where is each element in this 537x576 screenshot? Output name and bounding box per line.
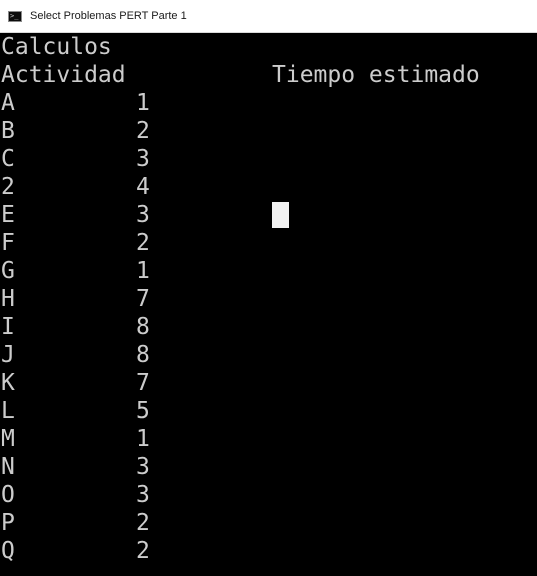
activity-time: 8 — [136, 342, 150, 368]
activity-name: O — [1, 482, 15, 508]
activity-name: F — [1, 230, 15, 256]
activity-time: 3 — [136, 454, 150, 480]
activity-time: 2 — [136, 118, 150, 144]
activity-time: 2 — [136, 510, 150, 536]
activity-time: 7 — [136, 286, 150, 312]
activity-name: C — [1, 146, 15, 172]
activity-time: 2 — [136, 538, 150, 564]
activity-time: 3 — [136, 146, 150, 172]
activity-name: K — [1, 370, 15, 396]
activity-time: 3 — [136, 202, 150, 228]
title-bar[interactable]: >_ Select Problemas PERT Parte 1 — [0, 0, 537, 33]
activity-name: M — [1, 426, 15, 452]
activity-time: 4 — [136, 174, 150, 200]
activity-name: L — [1, 398, 15, 424]
activity-time: 1 — [136, 426, 150, 452]
activity-time: 3 — [136, 482, 150, 508]
window-title: Select Problemas PERT Parte 1 — [30, 10, 187, 22]
activity-name: P — [1, 510, 15, 536]
activity-name: G — [1, 258, 15, 284]
activity-name: 2 — [1, 174, 15, 200]
activity-time: 1 — [136, 258, 150, 284]
console-window: >_ Select Problemas PERT Parte 1 Calculo… — [0, 0, 537, 576]
console-output[interactable]: Calculos Actividad Tiempo estimado A1B2C… — [0, 33, 537, 576]
activity-name: I — [1, 314, 15, 340]
activity-time: 7 — [136, 370, 150, 396]
console-heading: Calculos — [1, 34, 112, 60]
activity-name: E — [1, 202, 15, 228]
activity-time: 5 — [136, 398, 150, 424]
text-cursor — [272, 202, 289, 228]
activity-name: Q — [1, 538, 15, 564]
activity-time: 8 — [136, 314, 150, 340]
activity-name: J — [1, 342, 15, 368]
console-icon[interactable]: >_ — [8, 11, 22, 22]
activity-name: H — [1, 286, 15, 312]
activity-name: B — [1, 118, 15, 144]
activity-name: A — [1, 90, 15, 116]
activity-name: N — [1, 454, 15, 480]
column-header-activity: Actividad — [1, 62, 126, 88]
activity-time: 2 — [136, 230, 150, 256]
column-header-time: Tiempo estimado — [272, 62, 480, 88]
activity-time: 1 — [136, 90, 150, 116]
